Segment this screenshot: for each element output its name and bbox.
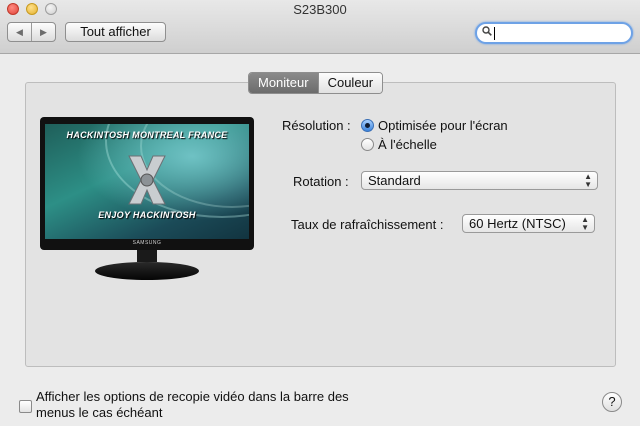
mirroring-checkbox-label[interactable]: Afficher les options de recopie vidéo da…: [36, 389, 356, 421]
radio-optimized-label[interactable]: Optimisée pour l'écran: [378, 118, 508, 133]
monitor-illustration: HACKINTOSH MONTREAL FRANCE ENJOY HACKINT…: [40, 117, 254, 287]
forward-button[interactable]: ▶: [31, 23, 55, 41]
tab-couleur[interactable]: Couleur: [317, 73, 383, 93]
tab-bar: Moniteur Couleur: [248, 72, 384, 94]
monitor-screen: HACKINTOSH MONTREAL FRANCE ENJOY HACKINT…: [45, 124, 249, 239]
window-title: S23B300: [293, 2, 347, 17]
back-forward-control: ◀ ▶: [7, 22, 56, 42]
show-all-button[interactable]: Tout afficher: [65, 22, 166, 42]
refresh-rate-label: Taux de rafraîchissement :: [291, 217, 444, 232]
text-cursor: [494, 27, 495, 40]
popup-arrows-icon: ▲ ▼: [581, 215, 589, 232]
radio-scaled-label[interactable]: À l'échelle: [378, 137, 437, 152]
rotation-value: Standard: [368, 173, 421, 188]
rotation-label: Rotation :: [293, 174, 349, 189]
osx-x-logo-icon: [128, 155, 166, 205]
monitor-bezel: HACKINTOSH MONTREAL FRANCE ENJOY HACKINT…: [40, 117, 254, 250]
resolution-label: Résolution :: [282, 118, 351, 133]
rotation-popup[interactable]: Standard ▲ ▼: [361, 171, 598, 190]
window-toolbar: S23B300 ◀ ▶ Tout afficher: [0, 0, 640, 54]
forward-icon: ▶: [40, 26, 47, 37]
monitor-bottom-text: ENJOY HACKINTOSH: [98, 210, 196, 220]
monitor-stand: [95, 262, 199, 280]
popup-arrows-icon: ▲ ▼: [584, 172, 592, 189]
search-field[interactable]: [475, 22, 633, 44]
back-icon: ◀: [16, 26, 23, 37]
radio-scaled[interactable]: [361, 138, 374, 151]
mirroring-checkbox[interactable]: [19, 400, 32, 413]
search-icon: [482, 26, 492, 39]
radio-optimized[interactable]: [361, 119, 374, 132]
back-button[interactable]: ◀: [8, 23, 31, 41]
monitor-brand: SAMSUNG: [132, 240, 162, 246]
tab-moniteur[interactable]: Moniteur: [249, 73, 318, 93]
refresh-rate-value: 60 Hertz (NTSC): [469, 216, 566, 231]
monitor-neck: [137, 250, 157, 262]
refresh-rate-popup[interactable]: 60 Hertz (NTSC) ▲ ▼: [462, 214, 595, 233]
help-button[interactable]: ?: [602, 392, 622, 412]
monitor-top-text: HACKINTOSH MONTREAL FRANCE: [66, 130, 228, 140]
